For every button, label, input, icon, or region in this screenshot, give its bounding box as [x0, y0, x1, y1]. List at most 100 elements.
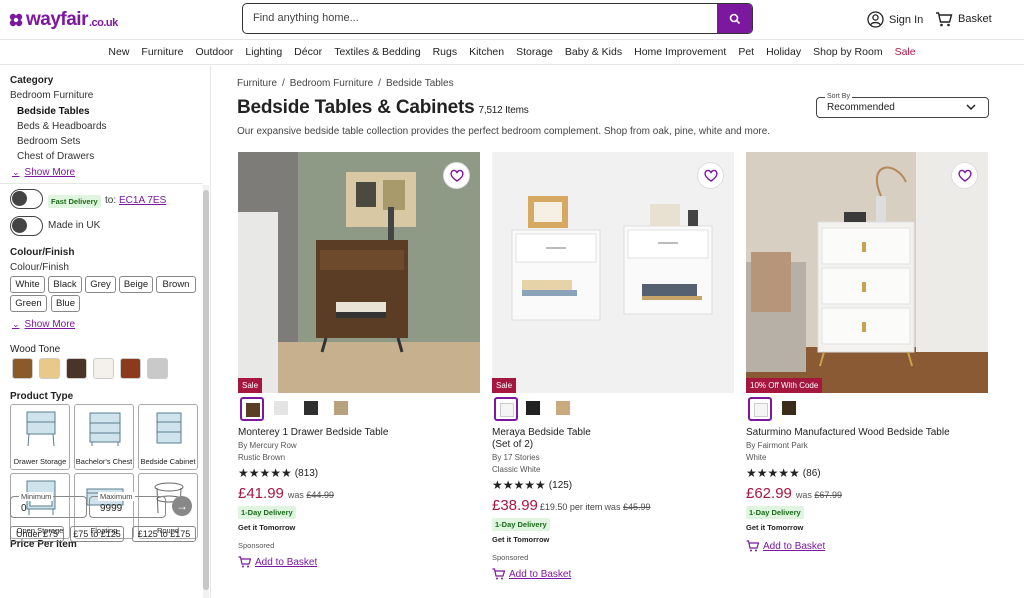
basket-link[interactable]: Basket — [935, 11, 992, 27]
colour-chip-beige[interactable]: Beige — [119, 276, 153, 293]
made-in-uk-toggle[interactable] — [10, 216, 43, 236]
wood-swatch-dark[interactable] — [66, 358, 87, 379]
nav-storage[interactable]: Storage — [510, 41, 559, 64]
product-name-line-2[interactable]: (Set of 2) — [492, 439, 734, 451]
favorite-heart-button[interactable] — [443, 162, 470, 189]
product-image[interactable]: 10% Off With Code — [746, 152, 988, 393]
colour-show-more[interactable]: ⌄ Show More — [12, 319, 75, 330]
category-nav: New Furniture Outdoor Lighting Décor Tex… — [0, 41, 1024, 65]
wood-swatch-grey[interactable] — [147, 358, 168, 379]
delivery-badge: 1-Day Delivery — [238, 506, 296, 519]
colour-chip-black[interactable]: Black — [48, 276, 82, 293]
nav-furniture[interactable]: Furniture — [135, 41, 189, 64]
nav-decor[interactable]: Décor — [288, 41, 328, 64]
colour-finish-subtitle: Colour/Finish — [10, 262, 69, 273]
add-to-basket-button[interactable]: Add to Basket — [746, 540, 988, 552]
category-chest-of-drawers[interactable]: Chest of Drawers — [17, 151, 94, 162]
wood-swatch-light[interactable] — [39, 358, 60, 379]
price-min-input[interactable]: Minimum 0 — [10, 492, 87, 518]
favorite-heart-button[interactable] — [697, 162, 724, 189]
favorite-heart-button[interactable] — [951, 162, 978, 189]
category-show-more[interactable]: ⌄ Show More — [12, 167, 75, 178]
product-type-bachelors-chest[interactable]: Bachelor's Chest — [74, 404, 134, 470]
nav-textiles-bedding[interactable]: Textiles & Bedding — [328, 41, 426, 64]
bachelors-chest-icon — [89, 412, 121, 446]
delivery-badge: 1-Day Delivery — [492, 518, 550, 531]
nav-outdoor[interactable]: Outdoor — [189, 41, 239, 64]
add-to-basket-button[interactable]: Add to Basket — [492, 568, 734, 580]
page-title-row: Bedside Tables & Cabinets 7,512 Items — [237, 97, 529, 119]
nav-rugs[interactable]: Rugs — [427, 41, 464, 64]
swatch-thumbnail[interactable] — [494, 397, 518, 421]
nav-shop-by-room[interactable]: Shop by Room — [807, 41, 888, 64]
nav-holiday[interactable]: Holiday — [760, 41, 807, 64]
wood-swatch-medium[interactable] — [12, 358, 33, 379]
price-max-input[interactable]: Maximum 9999 — [89, 492, 166, 518]
breadcrumb-bedroom-furniture[interactable]: Bedroom Furniture — [290, 78, 373, 89]
product-name[interactable]: Saturmino Manufactured Wood Bedside Tabl… — [746, 427, 988, 439]
product-card[interactable]: 10% Off With Code Saturmino Manufactured… — [746, 152, 988, 552]
price-go-button[interactable]: → — [172, 496, 192, 516]
category-beds-headboards[interactable]: Beds & Headboards — [17, 121, 107, 132]
product-photo-meraya — [492, 152, 734, 393]
swatch-thumbnail[interactable] — [270, 397, 294, 421]
add-to-basket-button[interactable]: Add to Basket — [238, 556, 480, 568]
swatch-thumbnail[interactable] — [330, 397, 354, 421]
product-type-bedside-cabinet[interactable]: Bedside Cabinet — [138, 404, 198, 470]
category-bedside-tables[interactable]: Bedside Tables — [17, 106, 90, 117]
fast-delivery-toggle[interactable] — [10, 189, 43, 209]
basket-add-icon — [492, 568, 505, 580]
price-chip-125-175[interactable]: £125 to £175 — [132, 526, 196, 542]
product-image[interactable]: Sale — [492, 152, 734, 393]
price-chip-75-125[interactable]: £75 to £125 — [70, 526, 124, 542]
swatch-thumbnail[interactable] — [522, 397, 546, 421]
nav-home-improvement[interactable]: Home Improvement — [628, 41, 732, 64]
nav-lighting[interactable]: Lighting — [239, 41, 288, 64]
nav-new[interactable]: New — [102, 41, 135, 64]
breadcrumb-furniture[interactable]: Furniture — [237, 78, 277, 89]
swatch-thumbnail[interactable] — [778, 397, 802, 421]
search-button[interactable] — [717, 4, 752, 33]
product-card[interactable]: Sale Meraya Bedside Table (Set of 2) By … — [492, 152, 734, 580]
product-image[interactable]: Sale — [238, 152, 480, 393]
item-count: 7,512 Items — [478, 105, 529, 116]
wood-swatch-red[interactable] — [120, 358, 141, 379]
delivery-eta: Get it Tomorrow — [492, 535, 550, 544]
category-bedroom-sets[interactable]: Bedroom Sets — [17, 136, 80, 147]
product-card[interactable]: Sale Monterey 1 Drawer Bedside Table By … — [238, 152, 480, 568]
product-brand[interactable]: By Mercury Row — [238, 441, 480, 450]
nav-sale[interactable]: Sale — [889, 41, 922, 64]
product-brand[interactable]: By Fairmont Park — [746, 441, 988, 450]
product-name[interactable]: Meraya Bedside Table — [492, 427, 734, 439]
search-input[interactable] — [253, 12, 713, 24]
scrollbar-thumb[interactable] — [203, 190, 209, 590]
sponsored-label: Sponsored — [492, 553, 529, 562]
price-chip-under-75[interactable]: Under £75 — [10, 526, 64, 542]
product-name[interactable]: Monterey 1 Drawer Bedside Table — [238, 427, 480, 439]
wayfair-logo[interactable]: wayfair .co.uk — [8, 9, 118, 31]
product-brand[interactable]: By 17 Stories — [492, 453, 734, 462]
nav-baby-kids[interactable]: Baby & Kids — [559, 41, 628, 64]
nav-kitchen[interactable]: Kitchen — [463, 41, 510, 64]
sidebar-scrollbar[interactable] — [203, 185, 209, 598]
sort-dropdown[interactable]: Sort By Recommended — [816, 93, 989, 118]
swatch-thumbnail[interactable] — [300, 397, 324, 421]
colour-chip-white[interactable]: White — [10, 276, 45, 293]
nav-pet[interactable]: Pet — [732, 41, 760, 64]
colour-chip-brown[interactable]: Brown — [156, 276, 196, 293]
heart-icon — [703, 169, 718, 182]
colour-chip-blue[interactable]: Blue — [51, 295, 80, 312]
wood-swatch-white[interactable] — [93, 358, 114, 379]
swatch-thumbnail[interactable] — [240, 397, 264, 421]
swatch-thumbnail[interactable] — [748, 397, 772, 421]
colour-finish-title: Colour/Finish — [10, 247, 75, 258]
swatch-thumbnail[interactable] — [552, 397, 576, 421]
was-price: £44.99 — [306, 490, 334, 500]
product-type-drawer-storage[interactable]: Drawer Storage — [10, 404, 70, 470]
category-parent-link[interactable]: Bedroom Furniture — [10, 90, 93, 101]
breadcrumb-bedside-tables[interactable]: Bedside Tables — [386, 78, 454, 89]
sign-in-link[interactable]: Sign In — [867, 11, 923, 28]
postcode-link[interactable]: EC1A 7ES — [119, 195, 166, 206]
colour-chip-green[interactable]: Green — [10, 295, 47, 312]
colour-chip-grey[interactable]: Grey — [85, 276, 116, 293]
